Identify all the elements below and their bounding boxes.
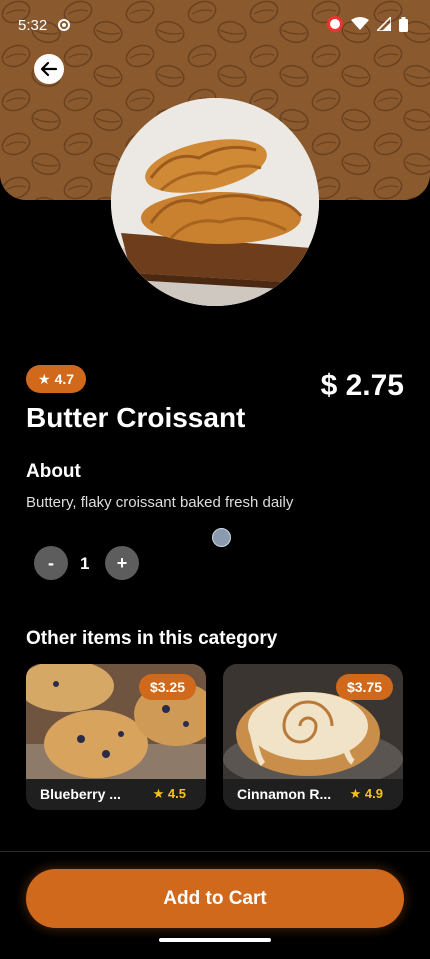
quantity-increase-button[interactable]: + [105, 546, 139, 580]
star-icon: ★ [349, 786, 365, 801]
card-footer: Cinnamon R... ★ 4.9 [223, 779, 403, 810]
home-indicator[interactable] [159, 938, 271, 942]
star-icon: ★ [152, 786, 168, 801]
croissant-image [111, 98, 319, 306]
recording-icon [327, 16, 343, 32]
card-name: Cinnamon R... [237, 786, 332, 802]
card-rating: ★ 4.5 [152, 786, 186, 801]
other-items-heading: Other items in this category [26, 628, 278, 649]
cell-signal-icon [377, 17, 391, 31]
status-icons [327, 16, 408, 32]
status-bar: 5:32 [0, 0, 430, 52]
card-rating: ★ 4.9 [349, 786, 383, 801]
card-name: Blueberry ... [40, 786, 121, 802]
quantity-decrease-button[interactable]: - [34, 546, 68, 580]
about-heading: About [26, 461, 81, 482]
rating-value: 4.7 [54, 371, 75, 387]
card-price: $3.25 [138, 674, 196, 700]
card-price: $3.75 [335, 674, 393, 700]
bottom-divider [0, 851, 430, 852]
battery-icon [399, 16, 408, 32]
rating-badge: ★ 4.7 [26, 365, 87, 393]
scroll-indicator [212, 528, 231, 547]
product-price: $ 2.75 [320, 369, 404, 402]
star-icon: ★ [38, 370, 51, 387]
about-text: Buttery, flaky croissant baked fresh dai… [26, 494, 294, 511]
product-card-blueberry[interactable]: $3.25 Blueberry ... ★ 4.5 [26, 664, 206, 810]
back-button[interactable] [34, 54, 64, 84]
card-footer: Blueberry ... ★ 4.5 [26, 779, 206, 810]
status-time: 5:32 [18, 17, 48, 34]
add-to-cart-button[interactable]: Add to Cart [26, 869, 404, 928]
product-image [111, 98, 319, 306]
product-title: Butter Croissant [26, 402, 246, 433]
notification-icon [58, 19, 70, 31]
quantity-value: 1 [80, 554, 90, 573]
arrow-left-icon [40, 61, 58, 77]
wifi-icon [351, 17, 369, 30]
product-card-cinnamon-roll[interactable]: $3.75 Cinnamon R... ★ 4.9 [223, 664, 403, 810]
